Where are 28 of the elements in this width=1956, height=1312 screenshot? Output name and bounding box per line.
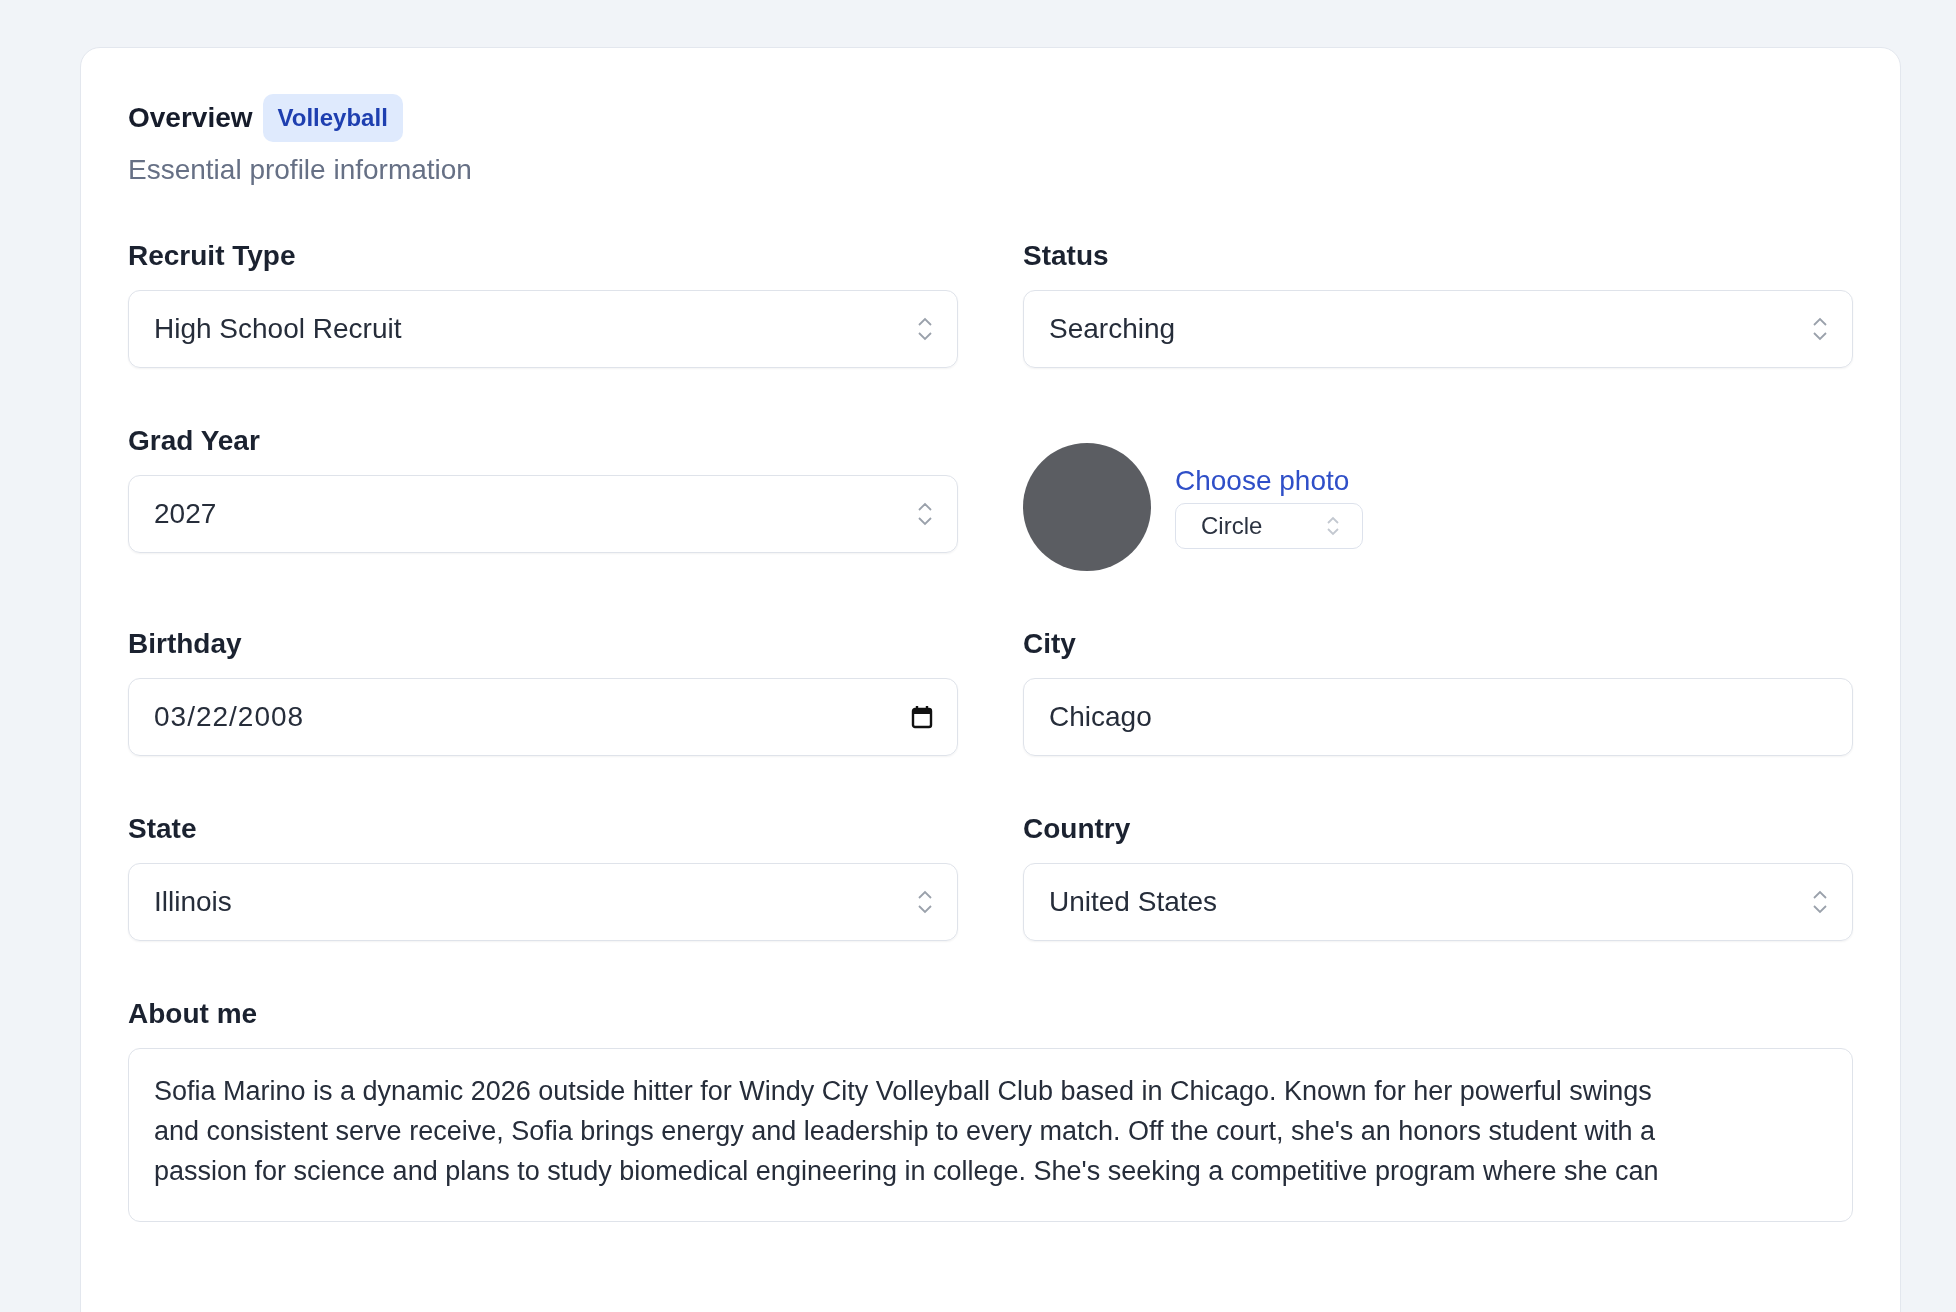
field-label: Grad Year: [128, 425, 261, 457]
select-field[interactable]: Searching: [1023, 290, 1853, 368]
date-field[interactable]: 03/22/2008: [128, 678, 958, 756]
chevron-icon: [1812, 889, 1828, 915]
section-title: Overview: [128, 102, 253, 134]
field-label: Recruit Type: [128, 240, 297, 272]
chevron-icon: [1812, 316, 1828, 342]
calendar-icon: [911, 705, 933, 729]
select-field[interactable]: 2027: [128, 475, 958, 553]
section-subtitle: Essential profile information: [128, 154, 473, 186]
field-label: About me: [128, 998, 259, 1030]
field-label: Status: [1023, 240, 1110, 272]
select-field[interactable]: Illinois: [128, 863, 958, 941]
select-field[interactable]: High School Recruit: [128, 290, 958, 368]
shape-select[interactable]: Circle: [1175, 503, 1363, 549]
select-field[interactable]: United States: [1023, 863, 1853, 941]
chevron-icon: [917, 501, 933, 527]
field-label: Country: [1023, 813, 1132, 845]
input-field[interactable]: Chicago: [1023, 678, 1853, 756]
about-textarea[interactable]: Sofia Marino is a dynamic 2026 outside hitter for Windy City Volleyball Club based in Chicago. Known for her powerful swings and consistent serve receive, Sofia brings energy and leadership to every match. Off the court, she's an honors student with a passion for science and plans to study biomedical engineering in college. She's seeking a competitive program where she can: [128, 1048, 1853, 1222]
chevron-icon: [917, 889, 933, 915]
chevron-icon: [1326, 515, 1340, 537]
chevron-icon: [917, 316, 933, 342]
field-label: City: [1023, 628, 1077, 660]
field-label: State: [128, 813, 198, 845]
field-label: Birthday: [128, 628, 243, 660]
sport-tag: Volleyball: [262, 94, 403, 142]
choose-photo-link[interactable]: Choose photo: [1175, 465, 1363, 497]
